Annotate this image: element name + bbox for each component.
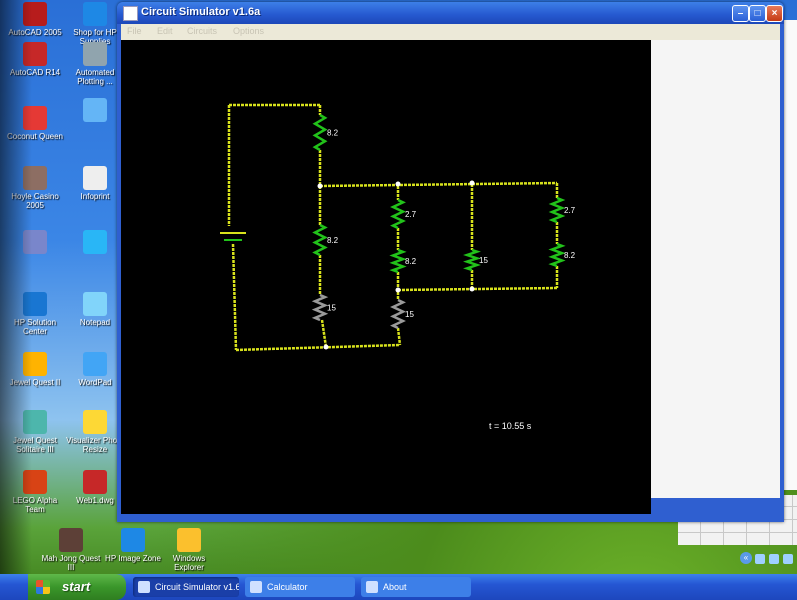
resistor-value-label: 8.2 <box>327 129 339 138</box>
wire <box>397 286 558 292</box>
resistor-value-label: 8.2 <box>405 257 417 266</box>
circuit-resistors <box>311 113 566 330</box>
wire <box>231 243 238 351</box>
windows-flag-icon <box>36 580 50 594</box>
tray-network-icon[interactable] <box>755 554 765 564</box>
task-circuit-simulator[interactable]: Circuit Simulator v1.6a <box>133 577 239 597</box>
task-calculator[interactable]: Calculator <box>245 577 355 597</box>
resistor[interactable] <box>463 248 481 272</box>
resistor-value-label: 15 <box>479 256 488 265</box>
about-task-icon <box>366 581 378 593</box>
task-about[interactable]: About <box>361 577 471 597</box>
resistor[interactable] <box>390 298 406 330</box>
taskbar: start Circuit Simulator v1.6a Calculator… <box>0 574 797 600</box>
resistor[interactable] <box>389 248 407 274</box>
resistor[interactable] <box>390 198 406 230</box>
battery-symbol <box>220 232 246 241</box>
task-label: Calculator <box>267 582 308 592</box>
start-label: start <box>62 579 91 594</box>
circuit-node <box>469 180 475 186</box>
resistor[interactable] <box>312 223 328 257</box>
wire <box>319 181 558 188</box>
resistor[interactable] <box>548 242 566 268</box>
wire <box>396 327 402 346</box>
resistor-value-label: 15 <box>405 310 414 319</box>
resistor[interactable] <box>548 196 566 224</box>
resistor-value-label: 8.2 <box>327 236 339 245</box>
task-label: About <box>383 582 407 592</box>
wire <box>235 343 401 352</box>
time-readout: t = 10.55 s <box>489 421 532 431</box>
resistor-value-label: 2.7 <box>405 210 417 219</box>
resistor-value-label: 15 <box>327 304 336 313</box>
circuit-node <box>317 183 323 189</box>
system-tray <box>735 550 797 572</box>
tray-security-icon[interactable] <box>783 554 793 564</box>
task-label: Circuit Simulator v1.6a <box>155 582 239 592</box>
resistor[interactable] <box>312 113 328 152</box>
circuit-simulator-task-icon <box>138 581 150 593</box>
circuit-node <box>323 344 329 350</box>
wire <box>320 319 328 348</box>
circuit-diagram[interactable]: 8.2 8.2 15 2.7 8.2 15 15 2.7 8.2 <box>0 0 797 600</box>
calculator-task-icon <box>250 581 262 593</box>
start-button[interactable]: start <box>28 574 126 600</box>
resistor-value-label: 2.7 <box>564 206 576 215</box>
resistor-value-label: 8.2 <box>564 251 576 260</box>
circuit-node <box>469 286 475 292</box>
resistor[interactable] <box>311 293 329 322</box>
circuit-wires <box>227 103 559 352</box>
circuit-node <box>395 181 401 187</box>
circuit-node <box>395 287 401 293</box>
tray-volume-icon[interactable] <box>769 554 779 564</box>
